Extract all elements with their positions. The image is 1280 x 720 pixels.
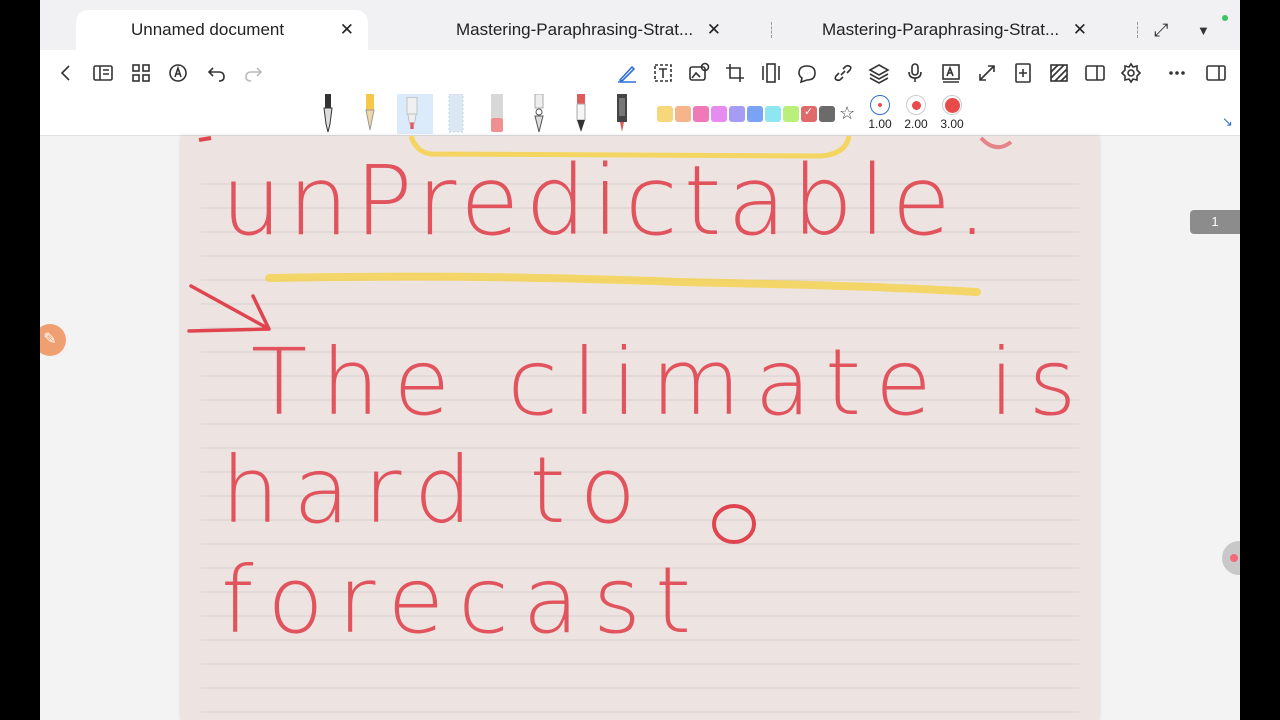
ruler-icon[interactable] [760, 62, 782, 84]
tab-bar: Unnamed document ✕ Mastering-Paraphrasin… [40, 0, 1240, 50]
main-toolbar [40, 50, 1240, 94]
brush-pen-icon[interactable] [607, 94, 637, 134]
text-box-icon[interactable] [652, 62, 674, 84]
checkmark-icon: ✓ [804, 106, 814, 118]
layers-icon[interactable] [868, 62, 890, 84]
split-view-icon[interactable] [1084, 62, 1106, 84]
more-icon[interactable] [1166, 62, 1188, 84]
pen-mode-icon[interactable] [167, 62, 189, 84]
expand-icon[interactable]: ⤢ [1154, 20, 1168, 41]
image-insert-icon[interactable] [688, 62, 710, 84]
eraser-icon[interactable] [482, 94, 512, 134]
tab-label: Mastering-Paraphrasing-Strat... [822, 20, 1060, 39]
chevron-down-icon[interactable]: ▼ [1197, 23, 1210, 38]
size-indicator [870, 95, 890, 115]
size-label: 1.00 [868, 117, 892, 131]
favorite-star-icon[interactable]: ☆ [839, 103, 855, 124]
tab-label: Unnamed document [131, 20, 285, 39]
pen-tool-icon[interactable] [616, 62, 638, 84]
color-swatch-cyan[interactable] [765, 106, 781, 122]
color-swatch-gray[interactable] [819, 106, 835, 122]
handwriting-line-1: unPredictable. [221, 145, 994, 257]
pen-size-3[interactable]: 3.00 [932, 95, 972, 135]
ballpoint-pen-icon[interactable] [566, 94, 596, 134]
fountain-pen-icon[interactable] [313, 94, 343, 134]
tab-mastering-paraphrasing-2[interactable]: Mastering-Paraphrasing-Strat... ✕ [796, 10, 1101, 50]
sidebar-toggle-icon[interactable] [1205, 62, 1227, 84]
close-icon[interactable]: ✕ [1073, 20, 1087, 40]
link-icon[interactable] [832, 62, 854, 84]
size-label: 3.00 [940, 117, 964, 131]
lasso-pen-icon[interactable] [524, 93, 554, 134]
collapse-arrow-icon[interactable]: ↘ [1222, 114, 1233, 130]
size-indicator [906, 95, 926, 115]
comment-icon[interactable] [796, 62, 818, 84]
redo-icon[interactable] [243, 62, 265, 84]
tab-separator [1137, 22, 1138, 38]
tab-unnamed-document[interactable]: Unnamed document ✕ [76, 10, 368, 50]
marker-pen-icon[interactable] [397, 94, 433, 134]
add-page-icon[interactable] [1012, 62, 1034, 84]
color-swatch-orange[interactable] [675, 106, 691, 122]
notebook-page[interactable]: unPredictable. The climate is hard to fo… [181, 136, 1099, 720]
handwriting-line-2: The climate is [251, 329, 1091, 436]
color-swatch-magenta[interactable] [711, 106, 727, 122]
text-recognition-icon[interactable] [940, 62, 962, 84]
document-canvas[interactable]: unPredictable. The climate is hard to fo… [40, 136, 1240, 720]
tab-mastering-paraphrasing-1[interactable]: Mastering-Paraphrasing-Strat... ✕ [430, 10, 735, 50]
tab-separator [771, 22, 772, 38]
handwriting-line-3: hard to forecast [221, 437, 706, 654]
color-swatch-pink[interactable] [693, 106, 709, 122]
color-swatch-yellow[interactable] [657, 106, 673, 122]
pen-size-2[interactable]: 2.00 [896, 95, 936, 135]
color-swatch-blue[interactable] [747, 106, 763, 122]
highlighter-icon[interactable] [441, 93, 471, 134]
undo-icon[interactable] [205, 62, 227, 84]
color-swatch-red-selected[interactable]: ✓ [801, 106, 817, 122]
tab-label: Mastering-Paraphrasing-Strat... [456, 20, 694, 39]
arrow-stroke [187, 284, 271, 333]
close-icon[interactable]: ✕ [707, 20, 721, 40]
settings-icon[interactable] [1120, 62, 1142, 84]
pen-toolbar: ✓ ☆ 1.00 2.00 3.00 ↘ [40, 93, 1240, 136]
microphone-icon[interactable] [904, 62, 926, 84]
close-icon[interactable]: ✕ [340, 20, 354, 40]
pencil-icon[interactable] [355, 94, 385, 134]
pen-size-1[interactable]: 1.00 [860, 95, 900, 135]
size-label: 2.00 [904, 117, 928, 131]
size-indicator [942, 95, 962, 115]
status-dot [1222, 15, 1228, 21]
page-number-badge[interactable]: 1 [1190, 210, 1240, 234]
highlight-underline [265, 272, 981, 296]
back-icon[interactable] [55, 62, 77, 84]
grid-view-icon[interactable] [130, 62, 152, 84]
fullscreen-icon[interactable] [976, 62, 998, 84]
outline-icon[interactable] [92, 62, 114, 84]
background-icon[interactable] [1048, 62, 1070, 84]
app-window: Unnamed document ✕ Mastering-Paraphrasin… [40, 0, 1240, 720]
color-swatch-violet[interactable] [729, 106, 745, 122]
crop-icon[interactable] [724, 62, 746, 84]
color-swatch-green[interactable] [783, 106, 799, 122]
